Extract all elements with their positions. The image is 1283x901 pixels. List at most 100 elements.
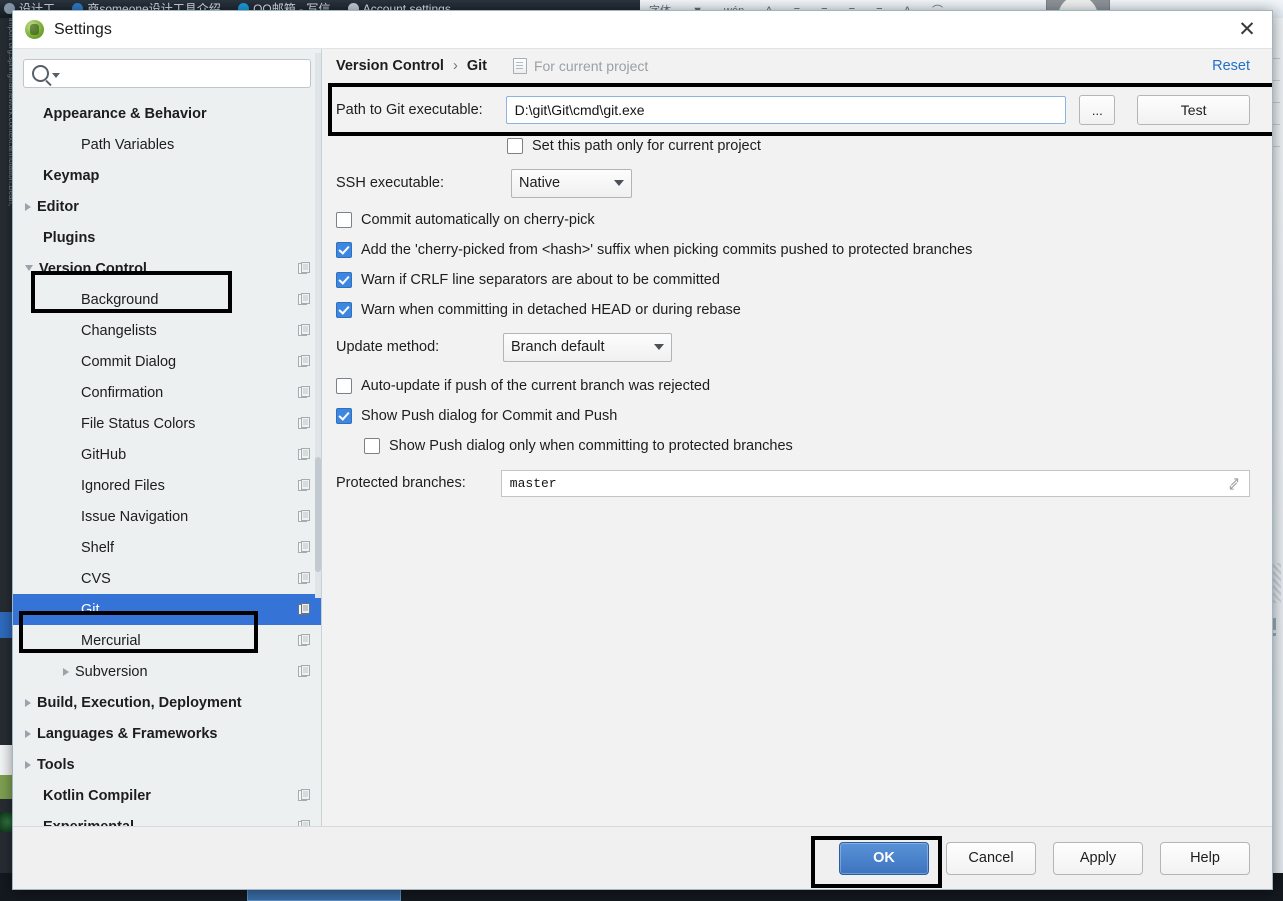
update-method-select[interactable]: Branch default <box>503 332 672 362</box>
show-push-dialog-checkbox[interactable] <box>336 408 352 424</box>
sidebar-item-keymap[interactable]: Keymap <box>13 160 321 191</box>
project-scope-icon <box>298 665 311 678</box>
git-path-input[interactable] <box>512 101 1060 119</box>
reset-link[interactable]: Reset <box>1212 58 1250 74</box>
project-scope-icon <box>298 355 311 368</box>
sidebar-item-plugins[interactable]: Plugins <box>13 222 321 253</box>
sidebar-item-editor[interactable]: Editor <box>13 191 321 222</box>
sidebar-item-kotlin-compiler[interactable]: Kotlin Compiler <box>13 780 321 811</box>
protected-branches-input[interactable] <box>507 474 1243 492</box>
commit-auto-cherry-pick-row: Commit automatically on cherry-pick <box>336 205 1250 235</box>
warn-crlf-checkbox[interactable] <box>336 272 352 288</box>
sidebar-item-subversion[interactable]: Subversion <box>13 656 321 687</box>
sidebar-item-path-variables[interactable]: Path Variables <box>13 129 321 160</box>
settings-main-panel: Version Control › Git For current projec… <box>322 49 1272 826</box>
set-path-current-project-row: Set this path only for current project <box>507 131 1250 161</box>
project-scope-icon <box>298 324 311 337</box>
project-scope-icon <box>512 58 527 74</box>
scope-indicator: For current project <box>512 58 648 74</box>
cancel-button[interactable]: Cancel <box>946 841 1036 875</box>
project-scope-icon <box>298 603 311 616</box>
project-scope-icon <box>298 293 311 306</box>
sidebar-item-cvs[interactable]: CVS <box>13 563 321 594</box>
chevron-right-icon[interactable] <box>25 760 31 769</box>
auto-update-checkbox[interactable] <box>336 378 352 394</box>
cherry-picked-suffix-checkbox[interactable] <box>336 242 352 258</box>
ok-button[interactable]: OK <box>839 841 929 875</box>
cherry-picked-suffix-row: Add the 'cherry-picked from <hash>' suff… <box>336 235 1250 265</box>
sidebar-item-label: Plugins <box>43 229 96 246</box>
warn-detached-head-checkbox[interactable] <box>336 302 352 318</box>
chevron-right-icon[interactable] <box>25 202 31 211</box>
dialog-title: Settings <box>54 20 112 38</box>
project-scope-icon <box>298 789 311 802</box>
sidebar-item-build-execution-deployment[interactable]: Build, Execution, Deployment <box>13 687 321 718</box>
show-push-dialog-protected-label: Show Push dialog only when committing to… <box>389 438 793 454</box>
show-push-dialog-protected-row: Show Push dialog only when committing to… <box>364 431 1250 461</box>
warn-crlf-label: Warn if CRLF line separators are about t… <box>361 272 720 288</box>
sidebar-item-label: Ignored Files <box>81 477 165 494</box>
settings-tree: Appearance & Behavior Path Variables Keyma… <box>13 94 321 826</box>
chevron-down-icon[interactable] <box>52 73 60 78</box>
chevron-down-icon[interactable] <box>25 265 33 275</box>
chevron-right-icon[interactable] <box>63 667 69 676</box>
sidebar-scrollbar-track[interactable] <box>315 53 321 598</box>
sidebar-item-experimental[interactable]: Experimental <box>13 811 321 826</box>
chevron-right-icon[interactable] <box>25 729 31 738</box>
breadcrumb-version-control[interactable]: Version Control <box>336 58 444 74</box>
sidebar-item-label: Experimental <box>43 819 134 827</box>
project-scope-icon <box>298 541 311 554</box>
show-push-dialog-protected-checkbox[interactable] <box>364 438 380 454</box>
project-scope-icon <box>298 634 311 647</box>
project-scope-icon <box>298 417 311 430</box>
sidebar-item-issue-navigation[interactable]: Issue Navigation <box>13 501 321 532</box>
search-box[interactable] <box>23 59 311 88</box>
sidebar-item-tools[interactable]: Tools <box>13 749 321 780</box>
protected-branches-field[interactable]: ↗↙ <box>500 469 1250 497</box>
sidebar-item-github[interactable]: GitHub <box>13 439 321 470</box>
sidebar-item-background[interactable]: Background <box>13 284 321 315</box>
chevron-right-icon[interactable] <box>25 698 31 707</box>
sidebar-item-appearance-behavior[interactable]: Appearance & Behavior <box>13 98 321 129</box>
sidebar-item-label: Confirmation <box>81 384 164 401</box>
sidebar-item-commit-dialog[interactable]: Commit Dialog <box>13 346 321 377</box>
search-input[interactable] <box>65 65 302 82</box>
close-icon[interactable]: ✕ <box>1230 15 1264 45</box>
dialog-body: Appearance & Behavior Path Variables Keyma… <box>13 49 1272 826</box>
sidebar-scrollbar-thumb[interactable] <box>315 457 321 572</box>
auto-update-label: Auto-update if push of the current branc… <box>361 378 711 394</box>
ssh-executable-value: Native <box>519 175 561 191</box>
apply-button[interactable]: Apply <box>1053 841 1143 875</box>
sidebar-item-ignored-files[interactable]: Ignored Files <box>13 470 321 501</box>
help-button[interactable]: Help <box>1160 841 1250 875</box>
sidebar-item-mercurial[interactable]: Mercurial <box>13 625 321 656</box>
update-method-label: Update method: <box>336 339 440 355</box>
commit-auto-cherry-pick-checkbox[interactable] <box>336 212 352 228</box>
sidebar-item-label: Changelists <box>81 322 157 339</box>
warn-detached-head-row: Warn when committing in detached HEAD or… <box>336 295 1250 325</box>
test-button[interactable]: Test <box>1137 95 1250 125</box>
sidebar-item-git[interactable]: Git <box>13 594 321 625</box>
sidebar-item-version-control[interactable]: Version Control <box>13 253 321 284</box>
sidebar-item-shelf[interactable]: Shelf <box>13 532 321 563</box>
browse-button[interactable]: ... <box>1079 95 1116 125</box>
ssh-executable-select[interactable]: Native <box>511 168 632 198</box>
git-path-field[interactable] <box>505 96 1067 124</box>
set-path-current-project-checkbox[interactable] <box>507 138 523 154</box>
dialog-titlebar: Settings ✕ <box>13 11 1272 49</box>
sidebar-item-confirmation[interactable]: Confirmation <box>13 377 321 408</box>
sidebar-item-label: Issue Navigation <box>81 508 189 525</box>
warn-detached-head-label: Warn when committing in detached HEAD or… <box>361 302 741 318</box>
sidebar-item-changelists[interactable]: Changelists <box>13 315 321 346</box>
sidebar-item-file-status-colors[interactable]: File Status Colors <box>13 408 321 439</box>
expand-icon[interactable]: ↗ ↙ <box>1228 474 1243 492</box>
search-container <box>13 49 321 94</box>
sidebar-item-languages-frameworks[interactable]: Languages & Frameworks <box>13 718 321 749</box>
sidebar-item-label: Git <box>81 601 100 618</box>
